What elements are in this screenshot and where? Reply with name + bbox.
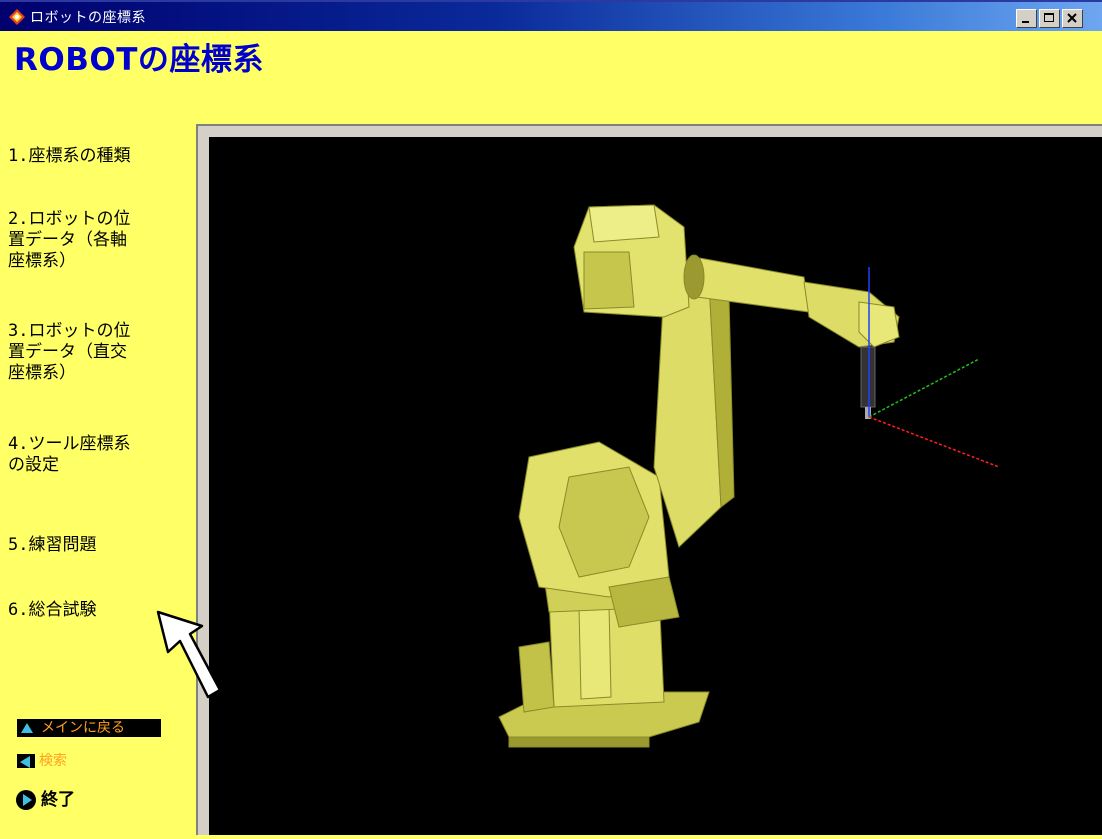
close-button[interactable] [1062, 9, 1083, 28]
page-title: ROBOTの座標系 [14, 42, 264, 78]
back-to-main-button[interactable]: メインに戻る [17, 719, 161, 737]
minimize-icon [1022, 21, 1029, 23]
cursor-arrow-icon [156, 610, 222, 699]
window-titlebar[interactable]: ロボットの座標系 [0, 0, 1102, 31]
minimize-button[interactable] [1016, 9, 1037, 28]
robot-3d-viewport[interactable] [209, 137, 1102, 835]
search-label: 検索 [39, 753, 67, 769]
triangle-up-icon [21, 723, 33, 733]
app-icon [9, 9, 25, 25]
close-icon [1067, 13, 1077, 23]
play-circle-icon [16, 790, 36, 810]
exit-button[interactable]: 終了 [15, 789, 75, 811]
search-button-box [17, 754, 35, 768]
sidebar-item-coordinate-types[interactable]: 1.座標系の種類 [8, 146, 198, 167]
sidebar-item-position-cartesian[interactable]: 3.ロボットの位 置データ（直交 座標系） [8, 321, 198, 384]
sidebar-item-position-joint[interactable]: 2.ロボットの位 置データ（各軸 座標系） [8, 209, 198, 272]
triangle-left-icon [20, 756, 30, 768]
exit-label: 終了 [41, 790, 75, 810]
sidebar-item-exercises[interactable]: 5.練習問題 [8, 535, 198, 556]
window-title: ロボットの座標系 [30, 10, 146, 26]
maximize-button[interactable] [1039, 9, 1060, 28]
maximize-icon [1044, 13, 1054, 22]
robot-arm-model [498, 204, 1000, 748]
back-to-main-label: メインに戻る [41, 720, 125, 736]
sidebar-item-tool-frame[interactable]: 4.ツール座標系 の設定 [8, 434, 198, 476]
